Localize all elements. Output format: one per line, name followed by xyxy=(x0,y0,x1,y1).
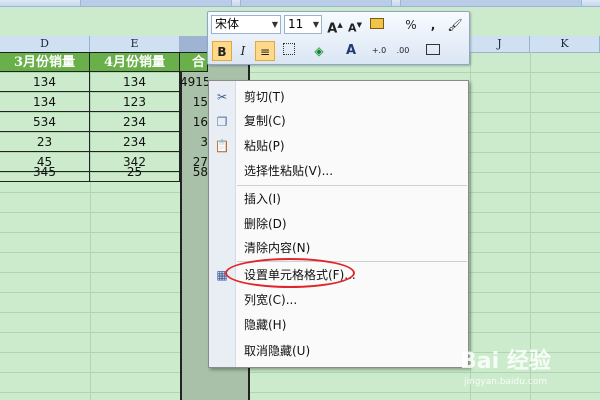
table-cell[interactable]: 534 xyxy=(0,112,90,132)
bold-button[interactable]: B xyxy=(212,41,232,61)
comma-button[interactable]: , xyxy=(423,15,443,35)
menu-item-hide[interactable]: 隐藏(H) xyxy=(236,314,468,336)
table-cell[interactable]: 134 xyxy=(0,72,90,92)
menu-item-insert[interactable]: 插入(I) xyxy=(236,188,468,210)
table-cell[interactable]: 234 xyxy=(90,132,180,152)
currency-icon xyxy=(370,18,384,29)
column-label: J xyxy=(497,37,502,50)
table-header-cell[interactable]: 合计 xyxy=(180,52,208,72)
table-cell[interactable]: 58 xyxy=(180,162,208,182)
ribbon-strip xyxy=(0,0,600,7)
table-header-cell[interactable]: 3月份销量 xyxy=(0,52,90,72)
table-cell[interactable]: 23 xyxy=(0,132,90,152)
font-name-select[interactable]: 宋体 ▼ xyxy=(211,15,281,34)
borders-icon xyxy=(283,43,295,55)
chevron-down-icon: ▼ xyxy=(271,20,278,29)
increase-decimal-icon: +.0 xyxy=(371,46,387,55)
ribbon-group[interactable] xyxy=(400,0,582,7)
highlight-ellipse xyxy=(225,258,355,288)
fill-color-button[interactable]: ◈ xyxy=(309,41,329,61)
paste-icon: 📋 xyxy=(214,139,230,153)
font-name-value: 宋体 xyxy=(215,17,240,31)
menu-item-clear-contents[interactable]: 清除内容(N) xyxy=(236,237,468,259)
menu-item-copy[interactable]: 复制(C) xyxy=(236,110,468,132)
menu-separator xyxy=(237,185,467,186)
grow-font-icon: A xyxy=(327,21,338,37)
context-menu: ✂ 剪切(T) ❐ 复制(C) 📋 粘贴(P) 选择性粘贴(V)... 插入(I… xyxy=(208,80,469,368)
merge-cells-icon xyxy=(426,44,440,55)
font-size-select[interactable]: 11 ▼ xyxy=(284,15,322,34)
table-cell[interactable]: 3 xyxy=(180,132,208,152)
chevron-down-icon: ▼ xyxy=(312,20,319,29)
italic-icon: I xyxy=(240,44,246,58)
font-color-icon: A xyxy=(345,43,357,58)
mini-toolbar: 宋体 ▼ 11 ▼ A▲ A▼ % , 🖌 B I ≡ ◈ A +.0 .00 xyxy=(207,11,470,65)
comma-icon: , xyxy=(430,18,436,32)
menu-item-delete[interactable]: 删除(D) xyxy=(236,213,468,235)
format-painter-button[interactable]: 🖌 xyxy=(445,15,465,35)
table-header-cell[interactable]: 4月份销量 xyxy=(90,52,180,72)
table-cell[interactable]: 234 xyxy=(90,112,180,132)
bold-icon: B xyxy=(217,45,227,59)
table-cell[interactable]: 123 xyxy=(90,92,180,112)
column-header-e[interactable]: E xyxy=(90,36,180,52)
table-cell[interactable]: 25 xyxy=(90,162,180,182)
grow-font-button[interactable]: A▲ xyxy=(325,15,345,37)
column-header-j[interactable]: J xyxy=(470,36,530,52)
table-cell[interactable]: 134 xyxy=(0,92,90,112)
ribbon-group[interactable] xyxy=(80,0,232,7)
percent-icon: % xyxy=(405,18,417,32)
table-cell[interactable]: 16 xyxy=(180,112,208,132)
menu-item-paste[interactable]: 粘贴(P) xyxy=(236,135,468,157)
shrink-font-icon: A xyxy=(348,21,357,35)
font-size-value: 11 xyxy=(288,17,304,31)
table-cell[interactable]: 345 xyxy=(0,162,90,182)
ribbon-group[interactable] xyxy=(240,0,392,7)
table-cell[interactable]: 134 xyxy=(90,72,180,92)
menu-item-column-width[interactable]: 列宽(C)... xyxy=(236,289,468,311)
watermark: Bai 经验 jingyan.baidu.com xyxy=(460,335,590,393)
table-cell[interactable]: 4915 xyxy=(180,72,208,92)
shrink-font-button[interactable]: A▼ xyxy=(345,15,365,35)
brush-icon: 🖌 xyxy=(447,18,463,32)
align-center-icon: ≡ xyxy=(259,45,271,59)
column-label: E xyxy=(130,37,139,50)
font-color-button[interactable]: A xyxy=(341,41,361,61)
column-header-k[interactable]: K xyxy=(530,36,600,52)
italic-button[interactable]: I xyxy=(233,41,253,61)
scissors-icon: ✂ xyxy=(216,90,228,104)
menu-item-paste-special[interactable]: 选择性粘贴(V)... xyxy=(236,160,468,182)
copy-icon: ❐ xyxy=(216,115,228,129)
decrease-decimal-icon: .00 xyxy=(396,46,410,55)
watermark-url: jingyan.baidu.com xyxy=(464,377,548,387)
merge-center-button[interactable] xyxy=(423,41,443,61)
menu-item-cut[interactable]: 剪切(T) xyxy=(236,86,468,108)
borders-button[interactable] xyxy=(279,41,299,61)
column-label: K xyxy=(560,37,569,50)
column-label: D xyxy=(40,37,49,50)
center-align-button[interactable]: ≡ xyxy=(255,41,275,61)
fill-bucket-icon: ◈ xyxy=(314,44,324,58)
decrease-decimal-button[interactable]: .00 xyxy=(393,41,413,61)
menu-item-unhide[interactable]: 取消隐藏(U) xyxy=(236,340,468,362)
table-cell[interactable]: 15 xyxy=(180,92,208,112)
column-header-d[interactable]: D xyxy=(0,36,90,52)
accounting-format-button[interactable] xyxy=(367,15,387,35)
increase-decimal-button[interactable]: +.0 xyxy=(369,41,389,61)
percent-button[interactable]: % xyxy=(401,15,421,35)
watermark-brand: Bai 经验 xyxy=(460,349,551,374)
